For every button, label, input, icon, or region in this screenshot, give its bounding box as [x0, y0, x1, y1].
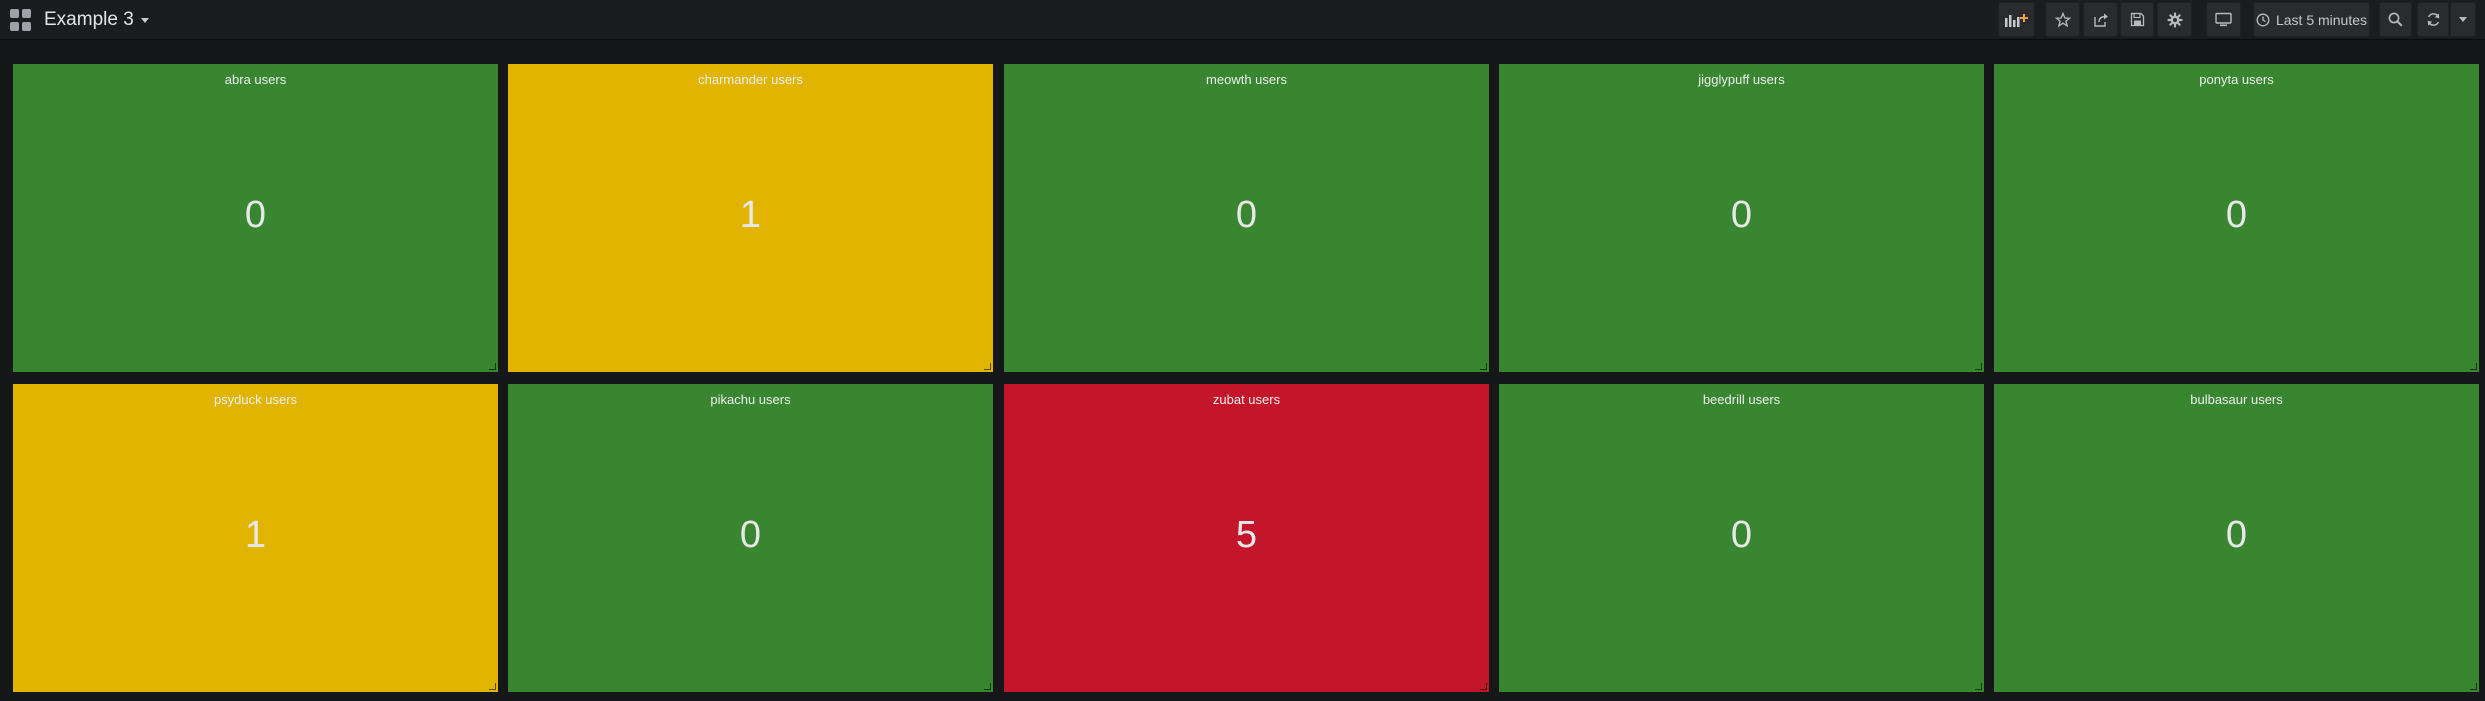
panel-value: 0	[244, 194, 267, 236]
settings-icon	[2166, 11, 2183, 28]
dashboard-grid-icon	[10, 9, 32, 31]
star-icon	[2054, 11, 2071, 27]
caret-down-icon	[140, 17, 149, 23]
panel-title[interactable]: bulbasaur users	[1994, 392, 2479, 407]
resize-handle-icon[interactable]	[983, 682, 991, 690]
panel-title[interactable]: jigglypuff users	[1499, 72, 1984, 87]
panel-value: 5	[1235, 514, 1258, 556]
tv-mode-icon	[2215, 12, 2232, 27]
panel-title[interactable]: pikachu users	[508, 392, 993, 407]
refresh-button[interactable]	[2417, 2, 2449, 37]
stat-panel[interactable]: jigglypuff users 0	[1499, 64, 1984, 372]
resize-handle-icon[interactable]	[1479, 362, 1487, 370]
resize-handle-icon[interactable]	[2469, 362, 2477, 370]
dashboard-picker[interactable]: Example 3	[10, 6, 149, 34]
stat-panel[interactable]: bulbasaur users 0	[1994, 384, 2479, 692]
zoom-out-button[interactable]	[2379, 2, 2412, 37]
dashboard-title: Example 3	[44, 9, 134, 30]
stat-panel[interactable]: meowth users 0	[1004, 64, 1489, 372]
panel-title[interactable]: abra users	[13, 72, 498, 87]
panel-value: 1	[244, 514, 267, 556]
save-button[interactable]	[2120, 2, 2154, 37]
time-range-picker[interactable]: Last 5 minutes	[2253, 2, 2370, 37]
resize-handle-icon[interactable]	[2469, 682, 2477, 690]
panel-value: 0	[1730, 514, 1753, 556]
stat-panel[interactable]: pikachu users 0	[508, 384, 993, 692]
panel-value: 0	[1730, 194, 1753, 236]
panel-value: 0	[1235, 194, 1258, 236]
share-button[interactable]	[2083, 2, 2118, 37]
clock-icon	[2256, 13, 2270, 26]
panel-value: 0	[2225, 194, 2248, 236]
stat-panel[interactable]: beedrill users 0	[1499, 384, 1984, 692]
panel-title[interactable]: meowth users	[1004, 72, 1489, 87]
add-panel-icon	[2004, 13, 2028, 27]
panel-value: 0	[2225, 514, 2248, 556]
panel-title[interactable]: charmander users	[508, 72, 993, 87]
resize-handle-icon[interactable]	[488, 362, 496, 370]
resize-handle-icon[interactable]	[1974, 362, 1982, 370]
resize-handle-icon[interactable]	[1974, 682, 1982, 690]
refresh-interval-dropdown[interactable]	[2450, 2, 2476, 37]
panel-title[interactable]: psyduck users	[13, 392, 498, 407]
stat-panel[interactable]: psyduck users 1	[13, 384, 498, 692]
settings-button[interactable]	[2157, 2, 2192, 37]
share-icon	[2093, 13, 2108, 27]
caret-down-icon	[2459, 17, 2467, 22]
star-button[interactable]	[2045, 2, 2080, 37]
panel-value: 0	[739, 514, 762, 556]
resize-handle-icon[interactable]	[488, 682, 496, 690]
save-icon	[2130, 12, 2144, 27]
stat-panel[interactable]: ponyta users 0	[1994, 64, 2479, 372]
top-navbar: Example 3 Last 5 minutes	[0, 0, 2485, 40]
tv-mode-button[interactable]	[2206, 2, 2241, 37]
stat-panel[interactable]: charmander users 1	[508, 64, 993, 372]
resize-handle-icon[interactable]	[983, 362, 991, 370]
stat-panel[interactable]: abra users 0	[13, 64, 498, 372]
refresh-icon	[2427, 13, 2439, 26]
resize-handle-icon[interactable]	[1479, 682, 1487, 690]
time-range-label: Last 5 minutes	[2275, 11, 2368, 28]
stat-panel[interactable]: zubat users 5	[1004, 384, 1489, 692]
panel-title[interactable]: beedrill users	[1499, 392, 1984, 407]
zoom-out-icon	[2388, 12, 2403, 27]
add-panel-button[interactable]	[1998, 2, 2035, 37]
panel-title[interactable]: zubat users	[1004, 392, 1489, 407]
panel-value: 1	[739, 194, 762, 236]
panel-title[interactable]: ponyta users	[1994, 72, 2479, 87]
